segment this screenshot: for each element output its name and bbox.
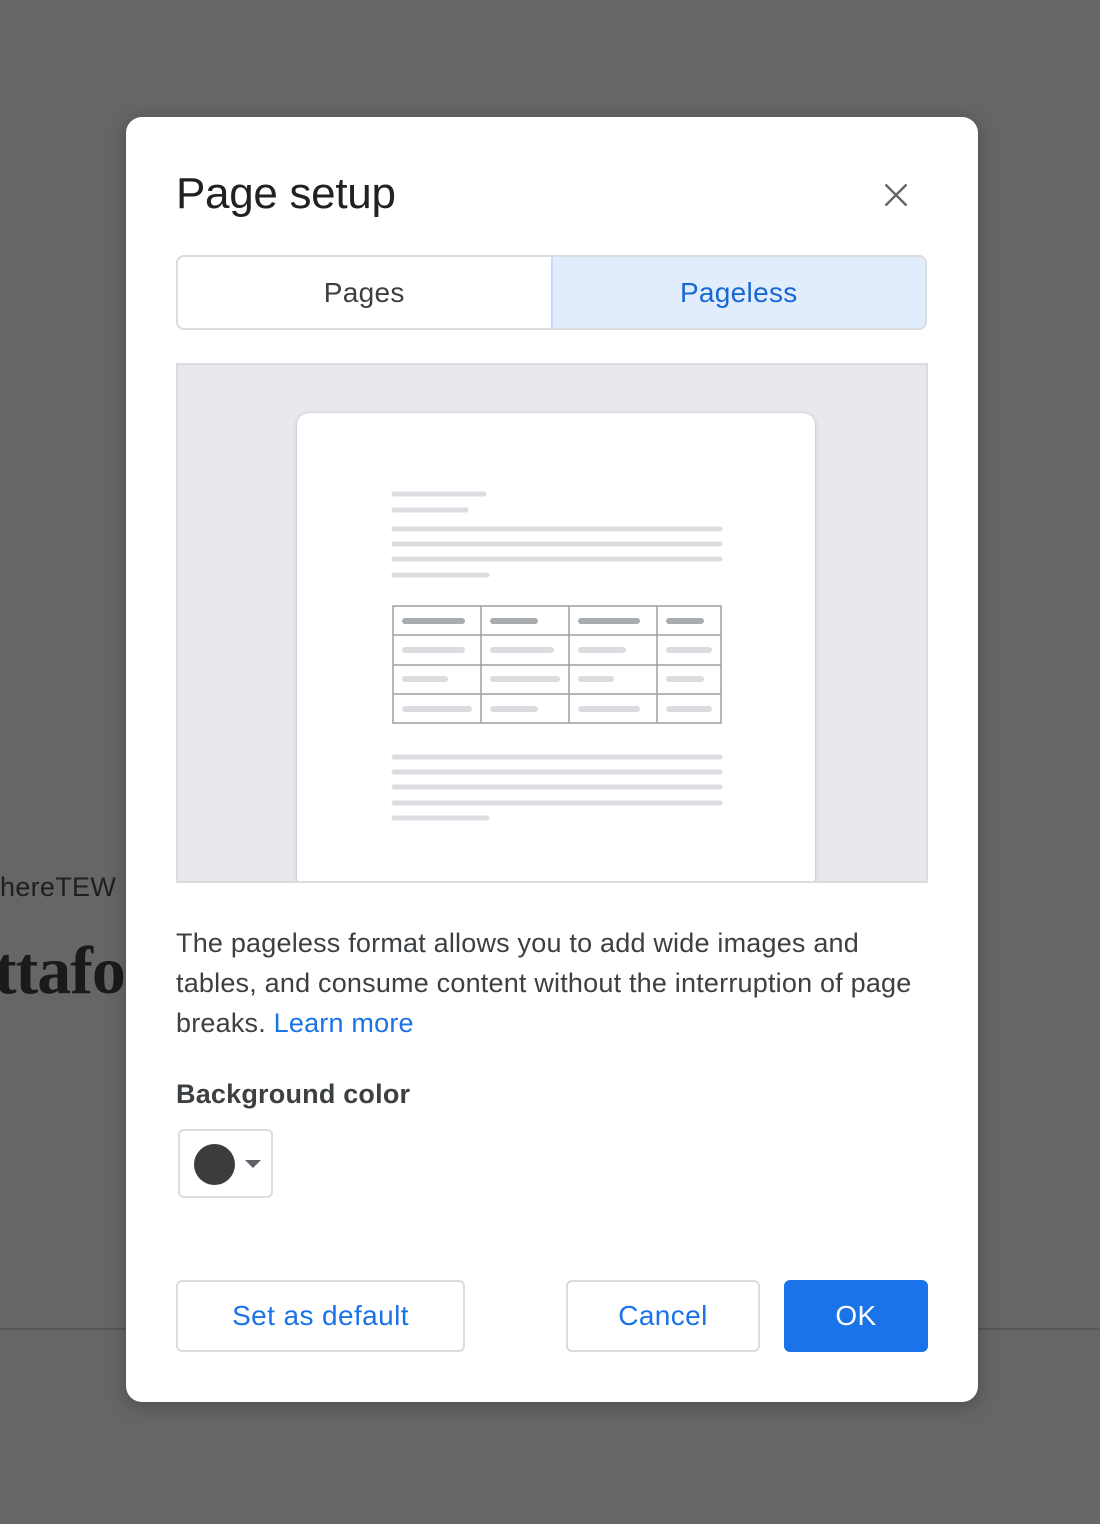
background-doc-text: hereTEW [0,872,117,902]
preview-page [297,413,815,881]
tab-pageless[interactable]: Pageless [552,257,925,328]
dialog-title: Page setup [176,169,396,218]
background-color-label: Background color [176,1079,411,1109]
background-color-picker[interactable] [178,1129,273,1198]
format-tabs: Pages Pageless [176,255,927,330]
page-setup-dialog: Page setup Pages Pageless The pageless f… [126,117,978,1402]
close-button[interactable] [874,173,918,217]
tab-pages[interactable]: Pages [178,257,553,328]
close-icon [885,184,907,206]
color-swatch [194,1144,235,1185]
set-as-default-button[interactable]: Set as default [176,1280,465,1352]
caret-down-icon [245,1160,261,1168]
ok-button[interactable]: OK [784,1280,928,1352]
cancel-button[interactable]: Cancel [566,1280,760,1352]
pageless-document-illustration [391,491,723,821]
learn-more-link[interactable]: Learn more [274,1008,414,1038]
pageless-description: The pageless format allows you to add wi… [176,923,936,1043]
format-preview [176,363,928,883]
background-doc-heading: ttafo [0,932,126,1008]
